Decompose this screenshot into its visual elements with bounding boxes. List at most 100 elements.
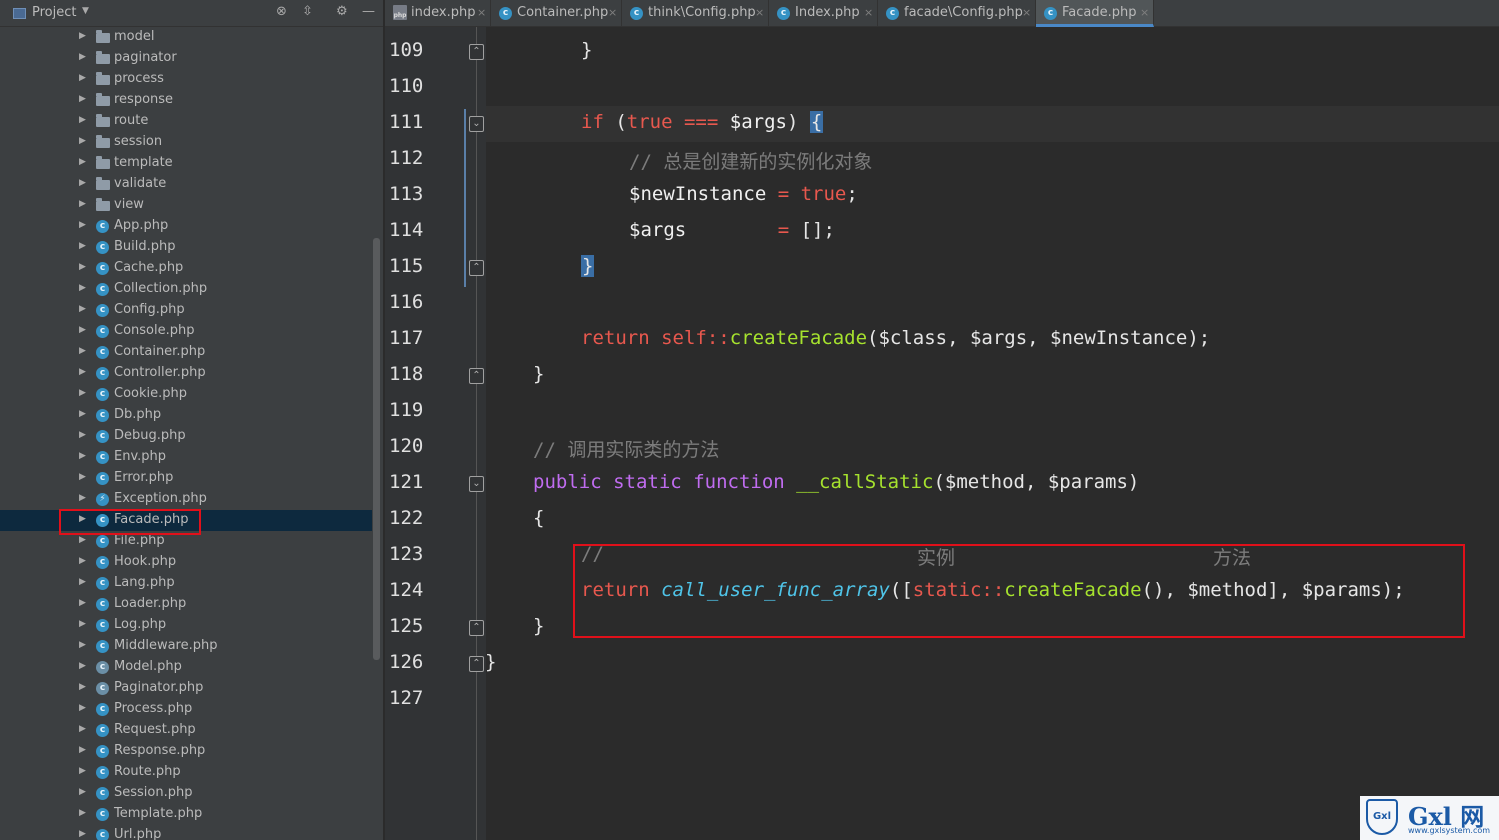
tree-item[interactable]: ▶ c Hook.php — [0, 552, 372, 573]
locate-icon[interactable]: ⊗ — [276, 4, 287, 19]
line-number[interactable]: 117 — [389, 327, 429, 349]
tree-item[interactable]: ▶ c Debug.php — [0, 426, 372, 447]
expand-arrow-icon[interactable]: ▶ — [79, 136, 86, 146]
change-marker[interactable] — [464, 109, 466, 287]
line-number[interactable]: 127 — [389, 687, 429, 709]
close-icon[interactable]: × — [1022, 6, 1031, 19]
fold-start-icon[interactable]: ⌄ — [469, 116, 484, 132]
editor-tab[interactable]: c facade\Config.php × — [878, 0, 1036, 27]
tree-item[interactable]: ▶ c Middleware.php — [0, 636, 372, 657]
code-line-114[interactable]: $args = []; — [629, 219, 835, 241]
code-line-115[interactable]: } — [581, 255, 595, 277]
code-editor[interactable]: 109 110 111 112 113 114 115 116 117 118 119 120 121 1… — [385, 27, 1499, 840]
tree-item[interactable]: ▶ c Url.php — [0, 825, 372, 840]
tree-item[interactable]: ▶ paginator — [0, 48, 372, 69]
tree-item[interactable]: ▶ c Loader.php — [0, 594, 372, 615]
expand-arrow-icon[interactable]: ▶ — [79, 73, 86, 83]
line-number[interactable]: 125 — [389, 615, 429, 637]
line-number[interactable]: 112 — [389, 147, 429, 169]
tree-item[interactable]: ▶ template — [0, 153, 372, 174]
tree-item[interactable]: ▶ c Request.php — [0, 720, 372, 741]
fold-end-icon[interactable]: ⌃ — [469, 620, 484, 636]
expand-arrow-icon[interactable]: ▶ — [79, 472, 86, 482]
sidebar-scrollbar[interactable] — [373, 238, 380, 660]
expand-arrow-icon[interactable]: ▶ — [79, 178, 86, 188]
tree-item[interactable]: ▶ c Env.php — [0, 447, 372, 468]
fold-start-icon[interactable]: ⌄ — [469, 476, 484, 492]
editor-tab[interactable]: c Index.php × — [769, 0, 878, 27]
close-icon[interactable]: × — [1140, 6, 1149, 19]
tree-item[interactable]: ▶ c Log.php — [0, 615, 372, 636]
expand-arrow-icon[interactable]: ▶ — [79, 451, 86, 461]
code-line-117[interactable]: return self::createFacade($class, $args,… — [581, 327, 1210, 349]
code-line-125[interactable]: } — [533, 615, 544, 637]
tree-item[interactable]: ▶ c App.php — [0, 216, 372, 237]
line-number[interactable]: 115 — [389, 255, 429, 277]
tree-item[interactable]: ▶ c Error.php — [0, 468, 372, 489]
tree-item[interactable]: ▶ route — [0, 111, 372, 132]
code-line-109[interactable]: } — [581, 39, 592, 61]
tree-item[interactable]: ▶ response — [0, 90, 372, 111]
expand-arrow-icon[interactable]: ▶ — [79, 745, 86, 755]
expand-arrow-icon[interactable]: ▶ — [79, 829, 86, 839]
tree-item[interactable]: ▶ c Cookie.php — [0, 384, 372, 405]
project-view-selector[interactable]: Project — [32, 5, 76, 20]
code-line-111[interactable]: if (true === $args) { — [581, 111, 824, 133]
tree-item[interactable]: ▶ c Session.php — [0, 783, 372, 804]
line-number[interactable]: 120 — [389, 435, 429, 457]
close-icon[interactable]: × — [477, 6, 486, 19]
expand-arrow-icon[interactable]: ▶ — [79, 556, 86, 566]
line-number[interactable]: 110 — [389, 75, 429, 97]
tree-item[interactable]: ▶ c Paginator.php — [0, 678, 372, 699]
expand-arrow-icon[interactable]: ▶ — [79, 304, 86, 314]
editor-tab[interactable]: php index.php × — [385, 0, 491, 27]
editor-tab[interactable]: c Facade.php × — [1036, 0, 1154, 27]
expand-arrow-icon[interactable]: ▶ — [79, 262, 86, 272]
expand-arrow-icon[interactable]: ▶ — [79, 346, 86, 356]
expand-arrow-icon[interactable]: ▶ — [79, 766, 86, 776]
line-number[interactable]: 111 — [389, 111, 429, 133]
expand-arrow-icon[interactable]: ▶ — [79, 283, 86, 293]
expand-arrow-icon[interactable]: ▶ — [79, 724, 86, 734]
line-number[interactable]: 116 — [389, 291, 429, 313]
gear-icon[interactable]: ⚙ — [336, 4, 348, 19]
expand-arrow-icon[interactable]: ▶ — [79, 115, 86, 125]
fold-end-icon[interactable]: ⌃ — [469, 260, 484, 276]
line-number[interactable]: 118 — [389, 363, 429, 385]
tree-item[interactable]: ▶ c Build.php — [0, 237, 372, 258]
expand-arrow-icon[interactable]: ▶ — [79, 682, 86, 692]
line-number[interactable]: 119 — [389, 399, 429, 421]
line-number[interactable]: 109 — [389, 39, 429, 61]
tree-item[interactable]: ▶ c Collection.php — [0, 279, 372, 300]
fold-end-icon[interactable]: ⌃ — [469, 368, 484, 384]
expand-arrow-icon[interactable]: ▶ — [79, 493, 86, 503]
tree-item[interactable]: ▶ c Template.php — [0, 804, 372, 825]
editor-tab[interactable]: c Container.php × — [491, 0, 622, 27]
expand-arrow-icon[interactable]: ▶ — [79, 598, 86, 608]
expand-arrow-icon[interactable]: ▶ — [79, 703, 86, 713]
tree-item[interactable]: ▶ c Process.php — [0, 699, 372, 720]
expand-arrow-icon[interactable]: ▶ — [79, 430, 86, 440]
line-number[interactable]: 121 — [389, 471, 429, 493]
tree-item[interactable]: ▶ c Response.php — [0, 741, 372, 762]
expand-arrow-icon[interactable]: ▶ — [79, 199, 86, 209]
tree-item[interactable]: ▶ model — [0, 27, 372, 48]
line-number[interactable]: 124 — [389, 579, 429, 601]
tree-item[interactable]: ▶ c Db.php — [0, 405, 372, 426]
expand-arrow-icon[interactable]: ▶ — [79, 577, 86, 587]
expand-arrow-icon[interactable]: ▶ — [79, 241, 86, 251]
close-icon[interactable]: × — [755, 6, 764, 19]
code-line-121[interactable]: public static function __callStatic($met… — [533, 471, 1139, 493]
expand-arrow-icon[interactable]: ▶ — [79, 325, 86, 335]
line-number[interactable]: 113 — [389, 183, 429, 205]
code-line-120[interactable]: // 调用实际类的方法 — [533, 435, 719, 462]
expand-arrow-icon[interactable]: ▶ — [79, 220, 86, 230]
tree-item[interactable]: ▶ c Model.php — [0, 657, 372, 678]
close-icon[interactable]: × — [864, 6, 873, 19]
expand-arrow-icon[interactable]: ▶ — [79, 388, 86, 398]
collapse-all-icon[interactable]: ⇳ — [302, 4, 313, 19]
expand-arrow-icon[interactable]: ▶ — [79, 661, 86, 671]
expand-arrow-icon[interactable]: ▶ — [79, 52, 86, 62]
tree-item[interactable]: ▶ session — [0, 132, 372, 153]
expand-arrow-icon[interactable]: ▶ — [79, 640, 86, 650]
